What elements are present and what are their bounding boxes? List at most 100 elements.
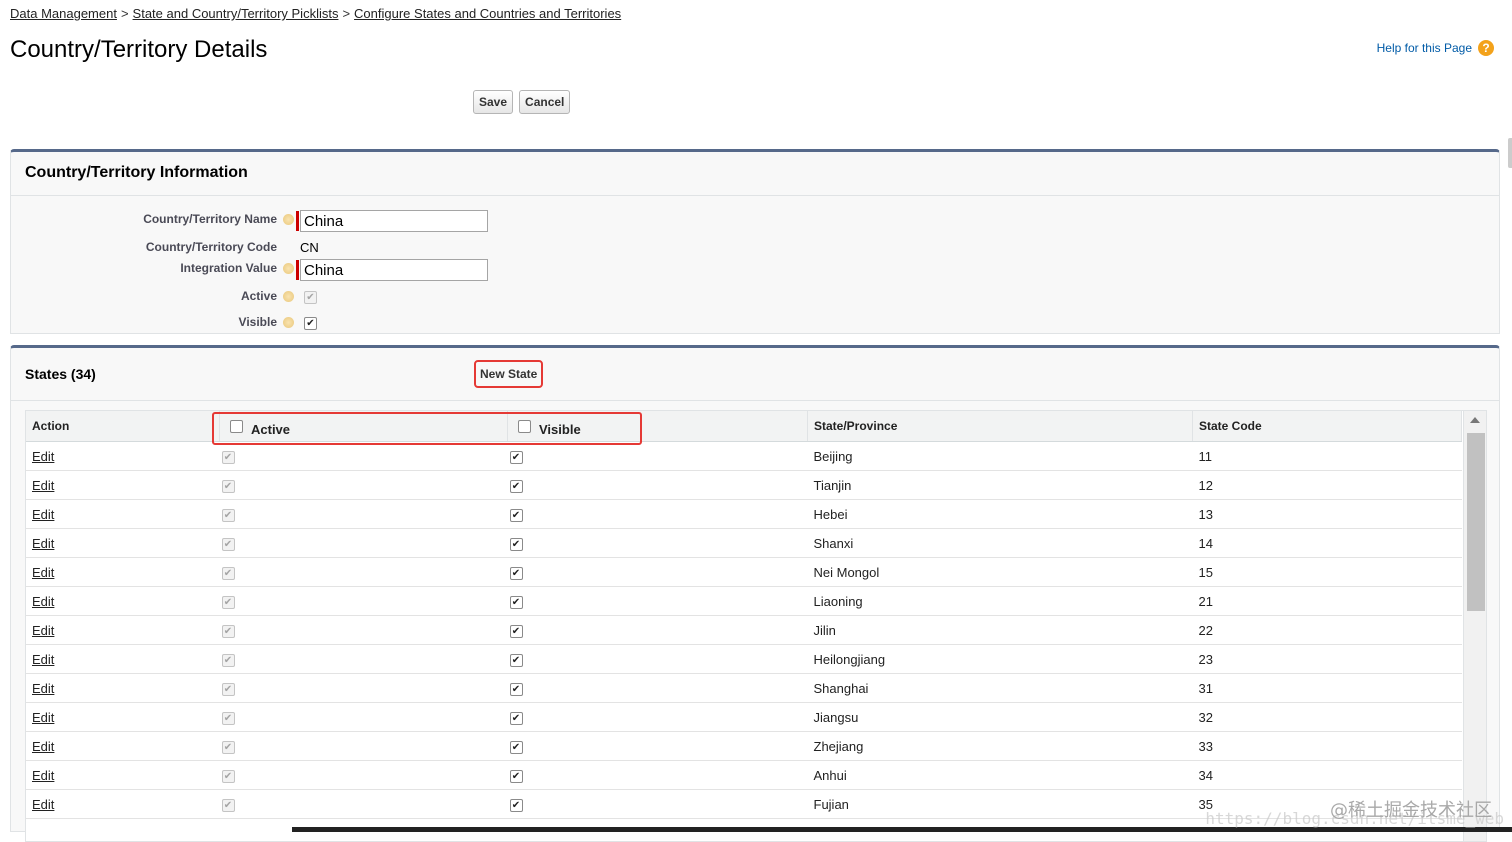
row-active-checkbox: ✔ xyxy=(221,595,235,609)
active-cell: ✔ xyxy=(219,499,508,529)
edit-link[interactable]: Edit xyxy=(32,652,54,667)
edit-link[interactable]: Edit xyxy=(32,623,54,638)
row-visible-checkbox[interactable]: ✔ xyxy=(509,450,523,464)
edit-link[interactable]: Edit xyxy=(32,507,54,522)
breadcrumb-link-configure[interactable]: Configure States and Countries and Terri… xyxy=(354,6,621,21)
active-cell: ✔ xyxy=(219,760,508,790)
cancel-button[interactable]: Cancel xyxy=(519,90,571,114)
edit-link[interactable]: Edit xyxy=(32,681,54,696)
edit-link[interactable]: Edit xyxy=(32,594,54,609)
visible-cell: ✔ xyxy=(507,557,808,587)
state-name-cell: Nei Mongol xyxy=(807,557,1193,587)
row-visible-checkbox[interactable]: ✔ xyxy=(509,508,523,522)
edit-link[interactable]: Edit xyxy=(32,797,54,812)
state-code-cell: 23 xyxy=(1192,644,1462,674)
states-table-header: Action Active Visible State/Province Sta… xyxy=(26,411,1462,442)
state-name-cell: Jilin xyxy=(807,615,1193,645)
row-visible-checkbox[interactable]: ✔ xyxy=(509,711,523,725)
state-name-cell: Shanxi xyxy=(807,528,1193,558)
scroll-up-icon[interactable] xyxy=(1470,417,1480,423)
side-tab-handle[interactable] xyxy=(1508,138,1512,168)
visible-cell: ✔ xyxy=(507,760,808,790)
edit-link[interactable]: Edit xyxy=(32,710,54,725)
visible-cell: ✔ xyxy=(507,499,808,529)
active-cell: ✔ xyxy=(219,470,508,500)
question-icon[interactable]: ? xyxy=(1478,40,1494,56)
action-cell: Edit xyxy=(26,644,220,674)
row-visible-checkbox[interactable]: ✔ xyxy=(509,537,523,551)
edit-link[interactable]: Edit xyxy=(32,739,54,754)
row-visible-checkbox[interactable]: ✔ xyxy=(509,566,523,580)
visible-cell: ✔ xyxy=(507,470,808,500)
states-divider xyxy=(11,400,1499,401)
state-code-cell: 31 xyxy=(1192,673,1462,703)
country-name-input[interactable] xyxy=(300,210,488,232)
row-active-checkbox: ✔ xyxy=(221,711,235,725)
breadcrumb-link-picklists[interactable]: State and Country/Territory Picklists xyxy=(133,6,339,21)
field-row-visible: Visible ✔ xyxy=(11,311,611,333)
edit-link[interactable]: Edit xyxy=(32,536,54,551)
breadcrumb-separator: > xyxy=(120,6,129,21)
new-state-button[interactable]: New State xyxy=(478,364,539,384)
integration-value-input[interactable] xyxy=(300,259,488,281)
states-table: Action Active Visible State/Province Sta… xyxy=(26,411,1462,819)
info-icon xyxy=(283,291,294,302)
edit-link[interactable]: Edit xyxy=(32,565,54,580)
country-info-header: Country/Territory Information xyxy=(11,152,1499,196)
states-panel: States (34) New State Action Active Visi… xyxy=(10,345,1500,842)
active-cell: ✔ xyxy=(219,789,508,819)
help-link[interactable]: Help for this Page xyxy=(1377,41,1472,55)
table-row: Edit ✔ ✔ Tianjin 12 xyxy=(26,470,1462,500)
visible-cell: ✔ xyxy=(507,528,808,558)
active-checkbox: ✔ xyxy=(304,291,317,304)
state-code-cell: 22 xyxy=(1192,615,1462,645)
states-title: States (34) xyxy=(25,366,96,382)
action-cell: Edit xyxy=(26,470,220,500)
visible-cell: ✔ xyxy=(507,586,808,616)
row-visible-checkbox[interactable]: ✔ xyxy=(509,653,523,667)
table-row: Edit ✔ ✔ Shanghai 31 xyxy=(26,673,1462,703)
action-cell: Edit xyxy=(26,586,220,616)
visible-checkbox[interactable]: ✔ xyxy=(304,317,317,330)
visible-cell: ✔ xyxy=(507,644,808,674)
state-name-cell: Hebei xyxy=(807,499,1193,529)
breadcrumb-link-data-management[interactable]: Data Management xyxy=(10,6,117,21)
action-cell: Edit xyxy=(26,615,220,645)
row-visible-checkbox[interactable]: ✔ xyxy=(509,769,523,783)
state-code-cell: 32 xyxy=(1192,702,1462,732)
field-row-name: Country/Territory Name xyxy=(11,208,611,232)
new-state-highlight: New State xyxy=(474,360,544,388)
row-visible-checkbox[interactable]: ✔ xyxy=(509,479,523,493)
state-code-cell: 13 xyxy=(1192,499,1462,529)
column-header-active-label: Active xyxy=(251,421,291,437)
state-code-cell: 33 xyxy=(1192,731,1462,761)
row-visible-checkbox[interactable]: ✔ xyxy=(509,595,523,609)
table-scrollbar[interactable] xyxy=(1463,411,1486,841)
select-all-visible-checkbox[interactable] xyxy=(518,419,531,433)
scroll-thumb[interactable] xyxy=(1467,433,1485,611)
active-label: Active xyxy=(240,289,277,303)
state-code-cell: 14 xyxy=(1192,528,1462,558)
row-visible-checkbox[interactable]: ✔ xyxy=(509,624,523,638)
row-visible-checkbox[interactable]: ✔ xyxy=(509,682,523,696)
table-row: Edit ✔ ✔ Liaoning 21 xyxy=(26,586,1462,616)
edit-link[interactable]: Edit xyxy=(32,449,54,464)
country-info-title: Country/Territory Information xyxy=(25,164,248,181)
row-active-checkbox: ✔ xyxy=(221,624,235,638)
row-visible-checkbox[interactable]: ✔ xyxy=(509,740,523,754)
required-indicator xyxy=(296,260,299,280)
row-visible-checkbox[interactable]: ✔ xyxy=(509,798,523,812)
select-all-active-checkbox[interactable] xyxy=(230,419,243,433)
edit-link[interactable]: Edit xyxy=(32,768,54,783)
save-button[interactable]: Save xyxy=(473,90,514,114)
visible-cell: ✔ xyxy=(507,673,808,703)
action-cell: Edit xyxy=(26,702,220,732)
states-table-container: Action Active Visible State/Province Sta… xyxy=(25,410,1487,842)
country-code-label: Country/Territory Code xyxy=(145,240,277,254)
active-cell: ✔ xyxy=(219,673,508,703)
field-row-integration: Integration Value xyxy=(11,257,611,281)
active-cell: ✔ xyxy=(219,557,508,587)
edit-link[interactable]: Edit xyxy=(32,478,54,493)
visible-cell: ✔ xyxy=(507,702,808,732)
action-cell: Edit xyxy=(26,528,220,558)
